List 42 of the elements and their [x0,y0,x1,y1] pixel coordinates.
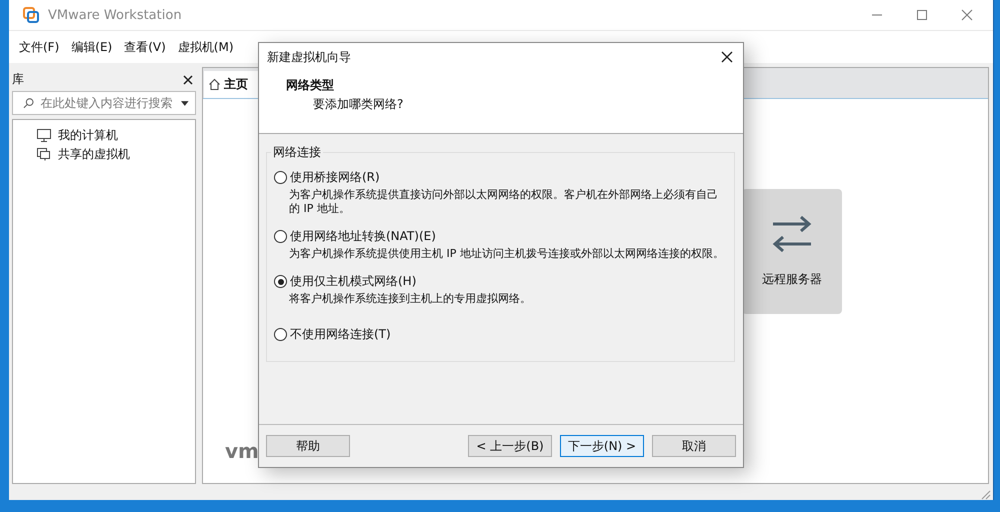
monitor-icon [37,129,51,142]
radio-button[interactable] [274,171,287,184]
dialog-title: 新建虚拟机向导 [267,48,351,66]
radio-label[interactable]: 使用仅主机模式网络(H) [290,273,416,290]
radio-label[interactable]: 使用桥接网络(R) [290,169,380,186]
remote-server-card[interactable]: 远程服务器 [742,189,842,314]
page-heading: 网络类型 [286,77,335,94]
resize-grip-icon[interactable] [981,490,991,500]
radio-button[interactable] [274,275,287,288]
option-description: 为客户机操作系统提供直接访问外部以太网网络的权限。客户机在外部网络上必须有自己的 IP 地址。 [288,188,719,216]
page-subheading: 要添加哪类网络? [312,96,404,113]
logo-icon [23,7,39,23]
help-button[interactable]: 帮助 [266,435,350,457]
menu-item[interactable]: 虚拟机(M) [178,36,234,58]
radio-button[interactable] [274,230,287,243]
vmware-logo: vm [225,439,259,463]
menu-item[interactable]: 编辑(E) [71,36,112,58]
next-button[interactable]: 下一步(N) > [560,435,644,457]
close-icon[interactable] [183,74,193,84]
close-icon[interactable] [721,51,733,63]
menu-item[interactable]: 查看(V) [124,36,166,58]
window-title: VMware Workstation [48,8,182,22]
cancel-button[interactable]: 取消 [652,435,736,457]
tree-item[interactable]: 我的计算机 [58,127,118,144]
search-field[interactable]: 在此处键入内容进行搜索 [12,91,196,115]
home-icon [208,78,221,91]
radio-label[interactable]: 使用网络地址转换(NAT)(E) [290,228,436,245]
home-tab[interactable]: 主页 [204,71,260,98]
tree-item[interactable]: 共享的虚拟机 [58,146,130,163]
group-title: 网络连接 [272,144,322,161]
radio-label[interactable]: 不使用网络连接(T) [290,326,391,343]
dropdown-arrow-icon[interactable] [181,100,189,106]
back-button[interactable]: < 上一步(B) [468,435,552,457]
panel-title: 库 [12,71,24,88]
menu-item[interactable]: 文件(F) [19,36,60,58]
radio-button[interactable] [274,328,287,341]
swap-arrows-icon [771,215,813,253]
option-description: 为客户机操作系统提供使用主机 IP 地址访问主机拨号连接或外部以太网网络连接的权限。 [288,247,725,261]
option-description: 将客户机操作系统连接到主机上的专用虚拟网络。 [288,292,532,306]
search-icon [23,97,34,109]
maximize-icon[interactable] [916,9,928,21]
shared-vm-icon [37,148,51,161]
